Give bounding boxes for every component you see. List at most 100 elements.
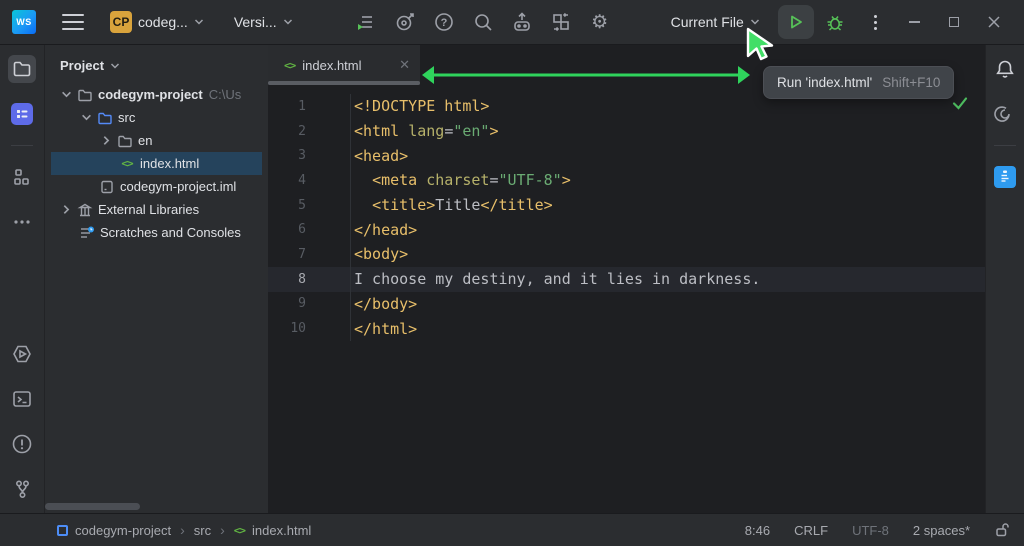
project-panel: Project codegym-project C:\Us src en <> index… — [45, 45, 268, 513]
horizontal-scrollbar[interactable] — [45, 503, 140, 510]
code-line[interactable]: 9 </body> — [268, 291, 985, 317]
tree-item-external-libraries[interactable]: External Libraries — [45, 198, 268, 221]
code-line[interactable]: 4 <meta charset = "UTF-8" > — [268, 168, 985, 193]
line-number[interactable]: 7 — [268, 247, 350, 262]
tree-item-label: en — [138, 133, 153, 148]
left-tool-strip — [0, 45, 45, 513]
sidebar-item-learner-tasks[interactable] — [991, 163, 1019, 191]
sidebar-item-ai-assistant[interactable] — [991, 100, 1019, 128]
line-number[interactable]: 1 — [268, 99, 350, 114]
close-icon — [988, 16, 1000, 28]
line-number[interactable]: 2 — [268, 124, 350, 139]
sidebar-item-notifications[interactable] — [991, 55, 1019, 83]
chevron-down-icon — [194, 19, 203, 25]
debug-button[interactable] — [820, 7, 850, 37]
controller-upload-icon[interactable] — [511, 11, 533, 33]
run-configurations-icon[interactable] — [355, 11, 377, 33]
lib-icon — [75, 202, 95, 218]
line-number[interactable]: 4 — [268, 173, 350, 188]
chevron-down-icon[interactable] — [57, 89, 75, 100]
code-line[interactable]: 2 <html lang = "en" > — [268, 118, 985, 144]
folder-icon — [115, 133, 135, 149]
sidebar-item-services[interactable] — [8, 340, 36, 368]
close-button[interactable] — [974, 5, 1014, 39]
sidebar-item-learn[interactable] — [8, 100, 36, 128]
sidebar-item-problems[interactable] — [8, 430, 36, 458]
line-number[interactable]: 9 — [268, 296, 350, 311]
tree-item-en[interactable]: en — [45, 129, 268, 152]
right-tool-strip — [985, 45, 1024, 513]
sidebar-item-structure[interactable] — [8, 163, 36, 191]
breadcrumb-src[interactable]: src — [194, 523, 211, 538]
tree-item-label: index.html — [140, 156, 200, 171]
scratch-icon — [77, 225, 97, 241]
settings-gear-icon[interactable]: ⚙ — [589, 11, 611, 33]
minimize-button[interactable] — [894, 5, 934, 39]
breadcrumb-file[interactable]: <> index.html — [234, 523, 312, 538]
code-area[interactable]: 1 <!DOCTYPE html> 2 <html lang = "en" >3 <head>… — [268, 85, 985, 341]
toolbar-icons: ? ⚙ — [355, 11, 611, 33]
tree-item-scratches-and-consoles[interactable]: Scratches and Consoles — [45, 221, 268, 244]
breadcrumb-separator-icon: › — [180, 522, 185, 538]
clipboard-icon — [994, 166, 1016, 188]
file-encoding[interactable]: UTF-8 — [852, 523, 889, 538]
sidebar-item-version-control[interactable] — [8, 475, 36, 503]
run-tooltip: Run 'index.html' Shift+F10 — [763, 66, 955, 99]
sidebar-item-terminal[interactable] — [8, 385, 36, 413]
webstorm-window: WS CP codeg... Versi... ? ⚙ Current File… — [0, 0, 1024, 546]
sidebar-item-project[interactable] — [8, 55, 36, 83]
tree-item-src[interactable]: src — [45, 106, 268, 129]
help-icon[interactable]: ? — [433, 11, 455, 33]
line-number[interactable]: 10 — [268, 321, 350, 336]
html-file-icon: <> — [233, 523, 246, 537]
indent-style[interactable]: 2 spaces* — [913, 523, 970, 538]
chevron-down-icon[interactable] — [77, 112, 95, 123]
code-line[interactable]: 6 </head> — [268, 217, 985, 243]
code-text: <html lang = "en" > — [350, 118, 985, 144]
breadcrumb-project[interactable]: codegym-project — [57, 523, 171, 538]
search-icon[interactable] — [472, 11, 494, 33]
project-tree: codegym-project C:\Us src en <> index.html cod… — [45, 83, 268, 244]
tab-label: index.html — [302, 57, 362, 73]
html-icon: <> — [121, 157, 133, 170]
code-text: </html> — [350, 316, 985, 341]
line-separator[interactable]: CRLF — [794, 523, 828, 538]
inspections-ok-icon[interactable] — [950, 93, 970, 113]
line-number[interactable]: 3 — [268, 148, 350, 163]
tab-index-html[interactable]: <> index.html ✕ — [268, 45, 420, 85]
line-number[interactable]: 8 — [268, 272, 350, 287]
tree-item-codegym-project[interactable]: codegym-project C:\Us — [45, 83, 268, 106]
layout-switch-icon[interactable] — [550, 11, 572, 33]
maximize-button[interactable] — [934, 5, 974, 39]
chevron-right-icon[interactable] — [57, 204, 75, 215]
tab-close-icon[interactable]: ✕ — [399, 57, 410, 73]
chevron-down-icon — [283, 19, 292, 25]
code-line[interactable]: 3 <head> — [268, 143, 985, 169]
run-button[interactable] — [777, 5, 814, 39]
code-line[interactable]: 8I choose my destiny, and it lies in dar… — [268, 266, 985, 292]
caret-position[interactable]: 8:46 — [745, 523, 770, 538]
code-line[interactable]: 5 <title> Title </title> — [268, 192, 985, 218]
main-menu-button[interactable] — [62, 14, 84, 30]
folder-icon — [75, 87, 95, 103]
chevron-right-icon[interactable] — [97, 135, 115, 146]
code-text: <meta charset = "UTF-8" > — [350, 168, 985, 193]
tree-item-label: Scratches and Consoles — [100, 225, 241, 240]
svg-text:?: ? — [440, 17, 447, 29]
line-number[interactable]: 6 — [268, 222, 350, 237]
line-number[interactable]: 5 — [268, 198, 350, 213]
vcs-widget[interactable]: Versi... — [234, 14, 293, 30]
project-widget[interactable]: CP codeg... — [110, 11, 204, 33]
target-icon[interactable] — [394, 11, 416, 33]
tree-item-index-html[interactable]: <> index.html — [51, 152, 262, 175]
code-line[interactable]: 7 <body> — [268, 242, 985, 267]
breadcrumb-label: src — [193, 522, 212, 538]
unlock-icon[interactable] — [994, 522, 1010, 538]
sidebar-item-more[interactable] — [8, 208, 36, 236]
statusbar: codegym-project › src › <> index.html 8:… — [0, 513, 1024, 546]
code-line[interactable]: 10 </html> — [268, 316, 985, 341]
project-panel-header[interactable]: Project — [45, 45, 268, 83]
tree-item-codegym-project-iml[interactable]: codegym-project.iml — [45, 175, 268, 198]
git-branch-icon — [16, 480, 30, 499]
more-actions-icon[interactable] — [864, 11, 886, 33]
